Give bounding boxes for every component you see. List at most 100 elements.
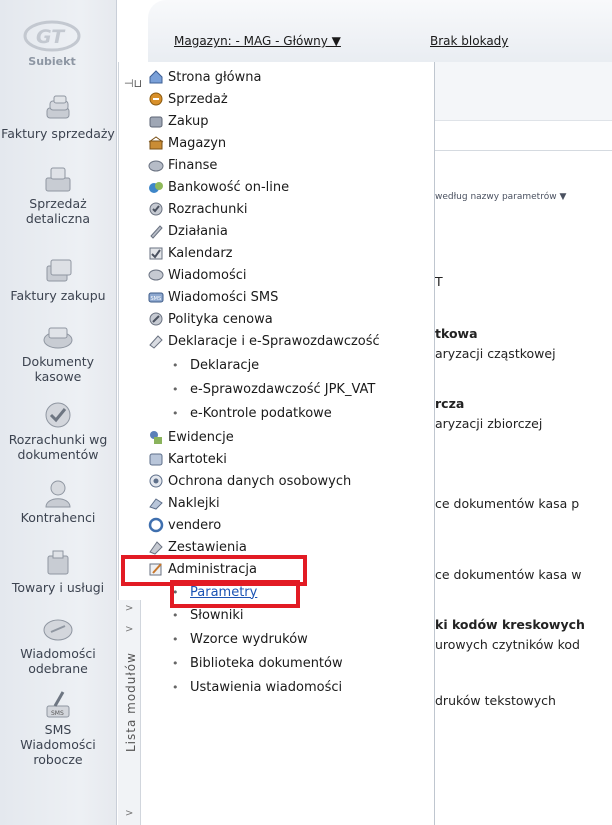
subitem-deklaracje[interactable]: • Deklaracje <box>172 355 259 375</box>
sidebar-item-label: Dokumenty kasowe <box>21 354 95 384</box>
module-label: Kartoteki <box>168 451 227 467</box>
sidebar-item-sprzedaz-detaliczna[interactable]: Sprzedaż detaliczna <box>0 164 116 226</box>
chevron-right-icon[interactable]: > <box>125 624 133 635</box>
cash-document-icon <box>43 327 73 349</box>
module-label: Ochrona danych osobowych <box>168 473 352 489</box>
module-ochrona-danych[interactable]: Ochrona danych osobowych <box>148 471 351 491</box>
content-row[interactable]: T <box>435 274 443 289</box>
person-icon <box>45 480 71 508</box>
purchase-icon <box>149 116 163 128</box>
lock-status-link[interactable]: Brak blokady <box>430 34 508 48</box>
module-wiadomosci-sms[interactable]: SMS Wiadomości SMS <box>148 287 278 307</box>
subitem-slowniki[interactable]: • Słowniki <box>172 605 244 625</box>
content-row[interactable]: aryzacji cząstkowej <box>435 346 556 361</box>
module-zakup[interactable]: Zakup <box>148 111 209 131</box>
sales-icon <box>149 92 163 106</box>
content-row-title[interactable]: rcza <box>435 396 464 411</box>
subitem-label: Biblioteka dokumentów <box>190 655 343 671</box>
content-row-title[interactable]: tkowa <box>435 326 478 341</box>
module-label: Deklaracje i e-Sprawozdawczość <box>168 333 380 349</box>
sidebar-item-sms[interactable]: SMS SMS Wiadomości robocze <box>0 690 116 767</box>
module-label: Sprzedaż <box>168 91 228 107</box>
bullet-icon: • <box>172 632 179 646</box>
sort-dropdown[interactable]: według nazwy parametrów ▼ <box>435 192 566 202</box>
bullet-icon: • <box>172 406 179 420</box>
stickers-icon <box>149 498 163 510</box>
invoice-stack-icon <box>46 259 72 282</box>
module-sprzedaz[interactable]: Sprzedaż <box>148 89 228 109</box>
sidebar-item-kontrahenci[interactable]: Kontrahenci <box>0 478 116 525</box>
sidebar-item-wiadomosci-odebrane[interactable]: Wiadomości odebrane <box>0 614 116 676</box>
module-kalendarz[interactable]: Kalendarz <box>148 243 233 263</box>
files-icon <box>149 453 163 466</box>
module-finanse[interactable]: Finanse <box>148 155 217 175</box>
module-kartoteki[interactable]: Kartoteki <box>148 449 227 469</box>
svg-text:SMS: SMS <box>151 296 162 302</box>
pin-icon[interactable]: ⊣⊔ <box>124 77 142 90</box>
svg-text:GT: GT <box>36 26 66 48</box>
module-naklejki[interactable]: Naklejki <box>148 493 220 513</box>
actions-icon <box>150 225 163 239</box>
warehouse-icon <box>148 136 164 150</box>
subitem-biblioteka[interactable]: • Biblioteka dokumentów <box>172 653 343 673</box>
content-row[interactable]: aryzacji zbiorczej <box>435 416 542 431</box>
module-ewidencje[interactable]: Ewidencje <box>148 427 234 447</box>
sidebar-item-dokumenty-kasowe[interactable]: Dokumenty kasowe <box>0 322 116 384</box>
sidebar-item-faktury-sprzedazy[interactable]: Faktury sprzedaży <box>0 94 116 141</box>
chevron-right-icon[interactable]: > <box>125 808 133 819</box>
vendero-icon <box>148 517 164 533</box>
content-row[interactable]: urowych czytników kod <box>435 637 580 652</box>
chevron-right-icon[interactable]: > <box>125 603 133 614</box>
module-label: Finanse <box>168 157 218 173</box>
bank-icon <box>149 182 163 193</box>
module-polityka-cenowa[interactable]: Polityka cenowa <box>148 309 273 329</box>
module-vendero[interactable]: vendero <box>148 515 221 535</box>
sidebar-item-label: Faktury sprzedaży <box>1 126 115 141</box>
subitem-label: Słowniki <box>190 607 244 623</box>
content-row[interactable]: druków tekstowych <box>435 693 556 708</box>
sidebar-item-faktury-zakupu[interactable]: Faktury zakupu <box>0 256 116 303</box>
brand-name: Subiekt <box>28 55 76 68</box>
module-rozrachunki[interactable]: Rozrachunki <box>148 199 248 219</box>
module-magazyn[interactable]: Magazyn <box>148 133 226 153</box>
app-logo: GT Subiekt <box>20 18 90 78</box>
content-row-title[interactable]: ki kodów kreskowych <box>435 617 585 632</box>
sms-icon: SMS <box>148 292 164 303</box>
subitem-jpk-vat[interactable]: • e-Sprawozdawczość JPK_VAT <box>172 379 375 399</box>
module-zestawienia[interactable]: Zestawienia <box>148 537 247 557</box>
subitem-ustawienia-wiadomosci[interactable]: • Ustawienia wiadomości <box>172 677 342 697</box>
module-deklaracje[interactable]: Deklaracje i e-Sprawozdawczość <box>148 331 380 351</box>
sms-pen-icon: SMS <box>46 691 70 718</box>
module-bankowosc[interactable]: Bankowość on-line <box>148 177 289 197</box>
module-label: Magazyn <box>168 135 227 151</box>
sidebar-item-towary[interactable]: Towary i usługi <box>0 548 116 595</box>
module-list-tab-label: Lista modułów <box>124 652 138 752</box>
warehouse-selector-link[interactable]: Magazyn: - MAG - Główny ▼ <box>174 34 341 48</box>
divider <box>435 150 612 151</box>
sidebar-item-rozrachunki[interactable]: Rozrachunki wg dokumentów <box>0 400 116 462</box>
bullet-icon: • <box>172 680 179 694</box>
module-label: Polityka cenowa <box>168 311 273 327</box>
bullet-icon: • <box>172 382 179 396</box>
goods-box-icon <box>47 550 69 575</box>
content-row[interactable]: ce dokumentów kasa p <box>435 496 579 511</box>
logo-icon: GT <box>23 20 81 52</box>
module-dzialania[interactable]: Działania <box>148 221 228 241</box>
content-row[interactable]: ce dokumentów kasa w <box>435 567 581 582</box>
subitem-wzorce-wydrukow[interactable]: • Wzorce wydruków <box>172 629 308 649</box>
module-wiadomosci[interactable]: Wiadomości <box>148 265 247 285</box>
subitem-label: e-Kontrole podatkowe <box>190 405 332 421</box>
module-label: Naklejki <box>168 495 220 511</box>
finance-icon <box>148 160 164 172</box>
subitem-label: e-Sprawozdawczość JPK_VAT <box>190 381 376 397</box>
records-icon <box>150 431 162 444</box>
subitem-e-kontrole[interactable]: • e-Kontrole podatkowe <box>172 403 332 423</box>
toolbar-area <box>420 62 612 121</box>
module-strona-glowna[interactable]: Strona główna <box>148 67 261 87</box>
module-label: Wiadomości <box>168 267 247 283</box>
sidebar-item-label: SMS Wiadomości robocze <box>20 722 96 767</box>
bullet-icon: • <box>172 656 179 670</box>
module-label: Rozrachunki <box>168 201 248 217</box>
home-icon <box>149 70 163 84</box>
sidebar-item-label: Wiadomości odebrane <box>20 646 96 676</box>
